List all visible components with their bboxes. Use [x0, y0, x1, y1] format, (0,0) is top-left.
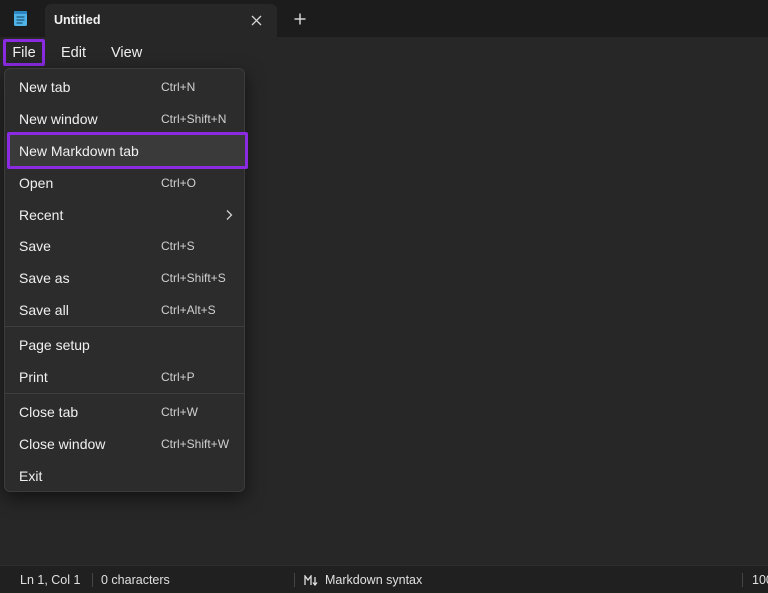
plus-icon [294, 13, 306, 25]
menu-item-open[interactable]: Open Ctrl+O [9, 168, 240, 198]
menu-item-shortcut: Ctrl+Shift+N [161, 112, 227, 126]
close-tab-button[interactable] [245, 9, 267, 31]
menu-item-shortcut: Ctrl+S [161, 239, 195, 253]
markdown-syntax-toggle[interactable]: Markdown syntax [325, 573, 422, 587]
menu-item-shortcut: Ctrl+Alt+S [161, 303, 216, 317]
menu-item-label: Print [19, 369, 48, 385]
menu-item-label: Close tab [19, 404, 79, 420]
menu-edit[interactable]: Edit [61, 39, 86, 66]
menu-item-label: Save [19, 238, 51, 254]
menu-item-new-tab[interactable]: New tab Ctrl+N [9, 72, 240, 102]
status-divider [92, 573, 93, 587]
menu-item-page-setup[interactable]: Page setup [9, 330, 240, 360]
chevron-right-icon [226, 210, 233, 220]
title-bar: Untitled [0, 0, 768, 37]
character-count: 0 characters [101, 573, 170, 587]
new-tab-button[interactable] [289, 8, 311, 30]
menu-item-save-as[interactable]: Save as Ctrl+Shift+S [9, 263, 240, 293]
menu-item-shortcut: Ctrl+Shift+S [161, 271, 226, 285]
menu-item-label: New tab [19, 79, 71, 95]
status-bar: Ln 1, Col 1 0 characters Markdown syntax… [0, 565, 768, 593]
menu-item-label: Exit [19, 468, 43, 484]
menu-item-save-all[interactable]: Save all Ctrl+Alt+S [9, 295, 240, 325]
notepad-app-icon [14, 11, 27, 26]
menu-bar: File Edit View [0, 37, 768, 68]
menu-item-label: Open [19, 175, 54, 191]
file-menu-dropdown: New tab Ctrl+N New window Ctrl+Shift+N N… [4, 68, 248, 492]
cursor-position[interactable]: Ln 1, Col 1 [20, 573, 80, 587]
menu-item-label: Close window [19, 436, 106, 452]
menu-item-close-tab[interactable]: Close tab Ctrl+W [9, 397, 240, 427]
menu-file[interactable]: File [3, 39, 45, 66]
close-icon [251, 15, 261, 25]
menu-item-save[interactable]: Save Ctrl+S [9, 231, 240, 261]
menu-item-exit[interactable]: Exit [9, 461, 240, 491]
menu-view[interactable]: View [111, 39, 142, 66]
menu-divider [5, 393, 244, 394]
tab-title: Untitled [54, 13, 101, 27]
status-divider [742, 573, 743, 587]
menu-item-shortcut: Ctrl+O [161, 176, 197, 190]
menu-item-label: Save all [19, 302, 69, 318]
markdown-icon [304, 575, 318, 586]
menu-item-print[interactable]: Print Ctrl+P [9, 362, 240, 392]
menu-item-label: Save as [19, 270, 70, 286]
menu-item-new-markdown-tab[interactable]: New Markdown tab [7, 132, 248, 169]
menu-item-shortcut: Ctrl+P [161, 370, 195, 384]
tab-untitled[interactable]: Untitled [45, 4, 277, 37]
menu-item-label: Page setup [19, 337, 90, 353]
menu-item-recent[interactable]: Recent [9, 200, 240, 230]
menu-item-shortcut: Ctrl+N [161, 80, 196, 94]
status-divider [294, 573, 295, 587]
menu-item-label: Recent [19, 207, 64, 223]
menu-item-shortcut: Ctrl+W [161, 405, 198, 419]
menu-item-label: New Markdown tab [19, 142, 139, 159]
menu-item-shortcut: Ctrl+Shift+W [161, 437, 230, 451]
menu-item-new-window[interactable]: New window Ctrl+Shift+N [9, 104, 240, 134]
zoom-level[interactable]: 100 [752, 573, 768, 587]
menu-divider [5, 326, 244, 327]
menu-item-label: New window [19, 111, 98, 127]
menu-item-close-window[interactable]: Close window Ctrl+Shift+W [9, 429, 240, 459]
